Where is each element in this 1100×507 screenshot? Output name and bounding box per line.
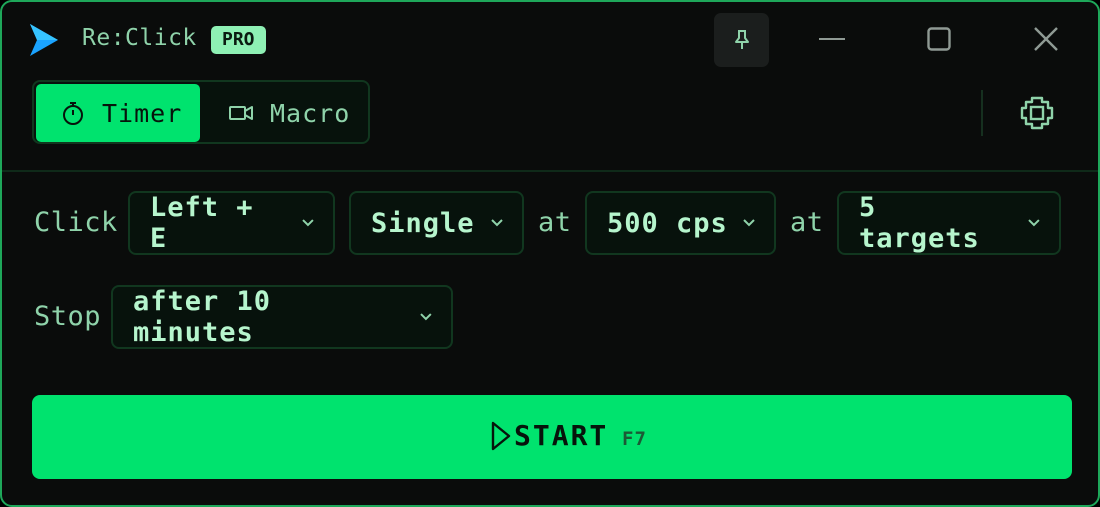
- chevron-down-icon: [420, 313, 432, 321]
- click-type-value: Single: [371, 207, 475, 239]
- minimize-button[interactable]: [802, 16, 862, 62]
- pro-badge: PRO: [211, 26, 266, 54]
- chevron-down-icon: [1028, 219, 1040, 227]
- settings-button[interactable]: [1016, 92, 1058, 134]
- close-icon: [1034, 27, 1058, 51]
- stopwatch-icon: [60, 100, 86, 126]
- pin-icon: [734, 30, 749, 49]
- chip-settings-icon: [1020, 96, 1054, 130]
- pin-button[interactable]: [714, 13, 769, 67]
- chevron-down-icon: [491, 219, 503, 227]
- chevron-down-icon: [743, 219, 755, 227]
- close-button[interactable]: [1016, 16, 1076, 62]
- tab-timer-label: Timer: [102, 98, 183, 128]
- targets-value: 5 targets: [859, 192, 980, 254]
- tab-timer[interactable]: Timer: [36, 84, 200, 142]
- at-label-2: at: [790, 207, 824, 238]
- maximize-icon: [927, 27, 951, 51]
- mouse-button-value: Left + E: [150, 192, 254, 254]
- stop-condition-dropdown[interactable]: after 10 minutes: [111, 285, 453, 349]
- app-window: Re:Click PRO Timer Macro Click Left + E …: [0, 0, 1100, 507]
- targets-dropdown[interactable]: 5 targets: [837, 191, 1061, 255]
- stop-label: Stop: [34, 301, 102, 332]
- section-divider: [2, 170, 1098, 172]
- start-button[interactable]: START F7: [32, 395, 1072, 479]
- chevron-down-icon: [302, 219, 314, 227]
- start-label: START: [514, 419, 609, 452]
- play-icon: [491, 421, 511, 451]
- mouse-button-dropdown[interactable]: Left + E: [128, 191, 335, 255]
- rate-value: 500 cps: [607, 207, 728, 239]
- app-title: Re:Click: [82, 25, 197, 51]
- tab-macro-label: Macro: [270, 98, 351, 128]
- rate-dropdown[interactable]: 500 cps: [585, 191, 776, 255]
- title-bar[interactable]: Re:Click PRO: [2, 2, 1098, 76]
- toolbar-divider: [981, 90, 983, 136]
- mode-tabs: Timer Macro: [32, 80, 370, 144]
- start-hotkey: F7: [622, 428, 647, 450]
- stop-condition-value: after 10 minutes: [133, 286, 272, 348]
- click-type-dropdown[interactable]: Single: [349, 191, 524, 255]
- tab-macro[interactable]: Macro: [204, 84, 366, 142]
- app-logo-icon: [30, 24, 58, 56]
- minimize-icon: [819, 38, 845, 40]
- maximize-button[interactable]: [909, 16, 969, 62]
- click-label: Click: [34, 207, 118, 238]
- at-label-1: at: [538, 207, 572, 238]
- video-camera-icon: [228, 100, 254, 126]
